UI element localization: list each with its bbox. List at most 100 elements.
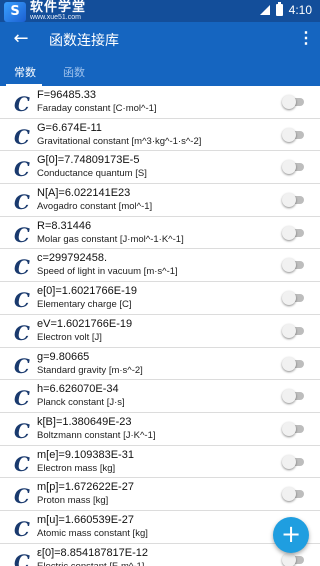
constant-description: Molar gas constant [J·mol^-1·K^-1] — [37, 233, 184, 245]
toggle-switch[interactable] — [282, 127, 304, 142]
toggle-thumb — [282, 160, 296, 175]
tab-bar: 常数 函数 — [0, 56, 320, 86]
constant-value: c=299792458. — [37, 252, 108, 265]
constants-list: C F=96485.33 Faraday constant [C·mol^-1] C G… — [0, 86, 320, 566]
toggle-thumb — [282, 421, 296, 436]
constant-icon: C — [14, 190, 30, 215]
list-item[interactable]: Cε[0]=8.854187817E-12 Electric constant [… — [0, 544, 320, 566]
constant-value: g=9.80665 — [37, 350, 90, 363]
constant-description: Standard gravity [m·s^-2] — [37, 364, 143, 376]
toggle-switch[interactable] — [282, 356, 304, 371]
constant-description: Faraday constant [C·mol^-1] — [37, 103, 157, 114]
list-item[interactable]: C N[A]=6.022141E23 Avogadro constant [mol^… — [0, 184, 320, 217]
toggle-thumb — [282, 487, 296, 502]
constant-description: Avogadro constant [mol^-1] — [37, 201, 153, 213]
list-item[interactable]: C R=8.31446 Molar gas constant [J·mol^-1·K… — [0, 217, 320, 250]
constant-description: Atomic mass constant [kg] — [37, 527, 148, 539]
constant-value: m[e]=9.109383E-31 — [37, 448, 134, 461]
constant-icon: C — [14, 484, 30, 509]
toggle-thumb — [282, 258, 296, 273]
constant-description: Electric constant [F·m^-1] — [37, 561, 144, 566]
toggle-thumb — [282, 225, 296, 240]
arrow-left-icon[interactable]: ← — [9, 27, 33, 51]
watermark-url: www.xue51.com — [30, 14, 81, 21]
toggle-switch[interactable] — [282, 487, 304, 502]
list-item[interactable]: Ck[B]=1.380649E-23 Boltzmann constant [J·… — [0, 413, 320, 446]
list-item[interactable]: C G=6.674E-11 Gravitational constant [m^3·… — [0, 119, 320, 152]
toggle-thumb — [282, 389, 296, 404]
watermark-title: 软件学堂 — [30, 0, 87, 15]
list-item[interactable]: Cm[p]=1.672622E-27 Proton mass [kg] — [0, 478, 320, 511]
toggle-thumb — [282, 323, 296, 338]
constant-value: k[B]=1.380649E-23 — [37, 415, 132, 428]
list-item[interactable]: Cm[u]=1.660539E-27 Atomic mass constant [… — [0, 511, 320, 544]
toggle-thumb — [282, 127, 296, 142]
list-item[interactable]: Cc=299792458. Speed of light in vacuum [m… — [0, 249, 320, 283]
constant-icon: C — [14, 418, 30, 443]
watermark: S 软件学堂 www.xue51.com — [4, 1, 86, 22]
constant-description: Conductance quantum [S] — [37, 168, 147, 180]
constant-description: Gravitational constant [m^3·kg^-1·s^-2] — [37, 135, 202, 147]
toggle-switch[interactable] — [282, 160, 304, 175]
toggle-switch[interactable] — [282, 95, 304, 109]
watermark-logo: S — [4, 1, 26, 22]
toggle-switch[interactable] — [282, 225, 304, 240]
constant-icon: C — [14, 255, 30, 280]
constant-value: eV=1.6021766E-19 — [37, 317, 133, 330]
more-vert-icon[interactable]: ⋮ — [298, 27, 314, 51]
constant-value: m[u]=1.660539E-27 — [37, 513, 134, 526]
constant-icon: C — [14, 288, 30, 313]
toggle-switch[interactable] — [282, 258, 304, 273]
toggle-thumb — [282, 95, 296, 109]
tab-constants[interactable]: 常数 — [14, 64, 36, 80]
constant-icon: C — [14, 157, 30, 182]
constant-value: e[0]=1.6021766E-19 — [37, 285, 138, 298]
add-button[interactable]: + — [273, 517, 309, 553]
battery-icon — [275, 2, 283, 16]
constant-icon: C — [14, 92, 30, 116]
app-bar: ← 函数连接库 ⋮ — [0, 22, 320, 56]
toggle-thumb — [282, 291, 296, 306]
status-time: 4:10 — [288, 3, 312, 17]
toggle-switch[interactable] — [282, 291, 304, 306]
toggle-thumb — [282, 454, 296, 469]
constant-description: Electron mass [kg] — [37, 462, 116, 474]
list-item[interactable]: Ch=6.626070E-34 Planck constant [J·s] — [0, 380, 320, 413]
constant-value: h=6.626070E-34 — [37, 383, 119, 396]
constant-value: N[A]=6.022141E23 — [37, 187, 131, 200]
constant-icon: C — [14, 549, 30, 566]
constant-value: ε[0]=8.854187817E-12 — [37, 546, 149, 559]
toggle-thumb — [282, 193, 296, 208]
toggle-switch[interactable] — [282, 323, 304, 338]
toggle-switch[interactable] — [282, 454, 304, 469]
list-item[interactable]: Ce[0]=1.6021766E-19 Elementary charge [C] — [0, 282, 320, 315]
toggle-switch[interactable] — [282, 552, 304, 566]
tab-functions[interactable]: 函数 — [63, 64, 85, 80]
constant-icon: C — [14, 516, 30, 541]
status-bar: S 软件学堂 www.xue51.com 4:10 — [0, 0, 320, 22]
constant-value: R=8.31446 — [37, 219, 92, 232]
constant-description: Electron volt [J] — [37, 331, 102, 343]
constant-description: Elementary charge [C] — [37, 299, 132, 311]
constant-description: Speed of light in vacuum [m·s^-1] — [37, 266, 178, 278]
list-item[interactable]: C F=96485.33 Faraday constant [C·mol^-1] — [0, 86, 320, 119]
constant-value: G[0]=7.74809173E-5 — [37, 154, 140, 167]
toggle-switch[interactable] — [282, 389, 304, 404]
list-item[interactable]: Cm[e]=9.109383E-31 Electron mass [kg] — [0, 446, 320, 479]
list-item[interactable]: C G[0]=7.74809173E-5 Conductance quantum [… — [0, 151, 320, 185]
constant-icon: C — [14, 386, 30, 411]
constant-value: G=6.674E-11 — [37, 121, 102, 134]
toggle-thumb — [282, 356, 296, 371]
toggle-switch[interactable] — [282, 421, 304, 436]
constant-icon: C — [14, 222, 30, 247]
constant-icon: C — [14, 353, 30, 378]
constant-value: m[p]=1.672622E-27 — [37, 481, 134, 494]
constant-icon: C — [14, 124, 30, 149]
constant-description: Proton mass [kg] — [37, 495, 109, 507]
constant-value: F=96485.33 — [37, 89, 97, 101]
toggle-switch[interactable] — [282, 193, 304, 208]
list-item[interactable]: Cg=9.80665 Standard gravity [m·s^-2] — [0, 348, 320, 381]
page-title: 函数连接库 — [49, 33, 119, 49]
constant-description: Boltzmann constant [J·K^-1] — [37, 429, 156, 441]
list-item[interactable]: CeV=1.6021766E-19 Electron volt [J] — [0, 315, 320, 348]
